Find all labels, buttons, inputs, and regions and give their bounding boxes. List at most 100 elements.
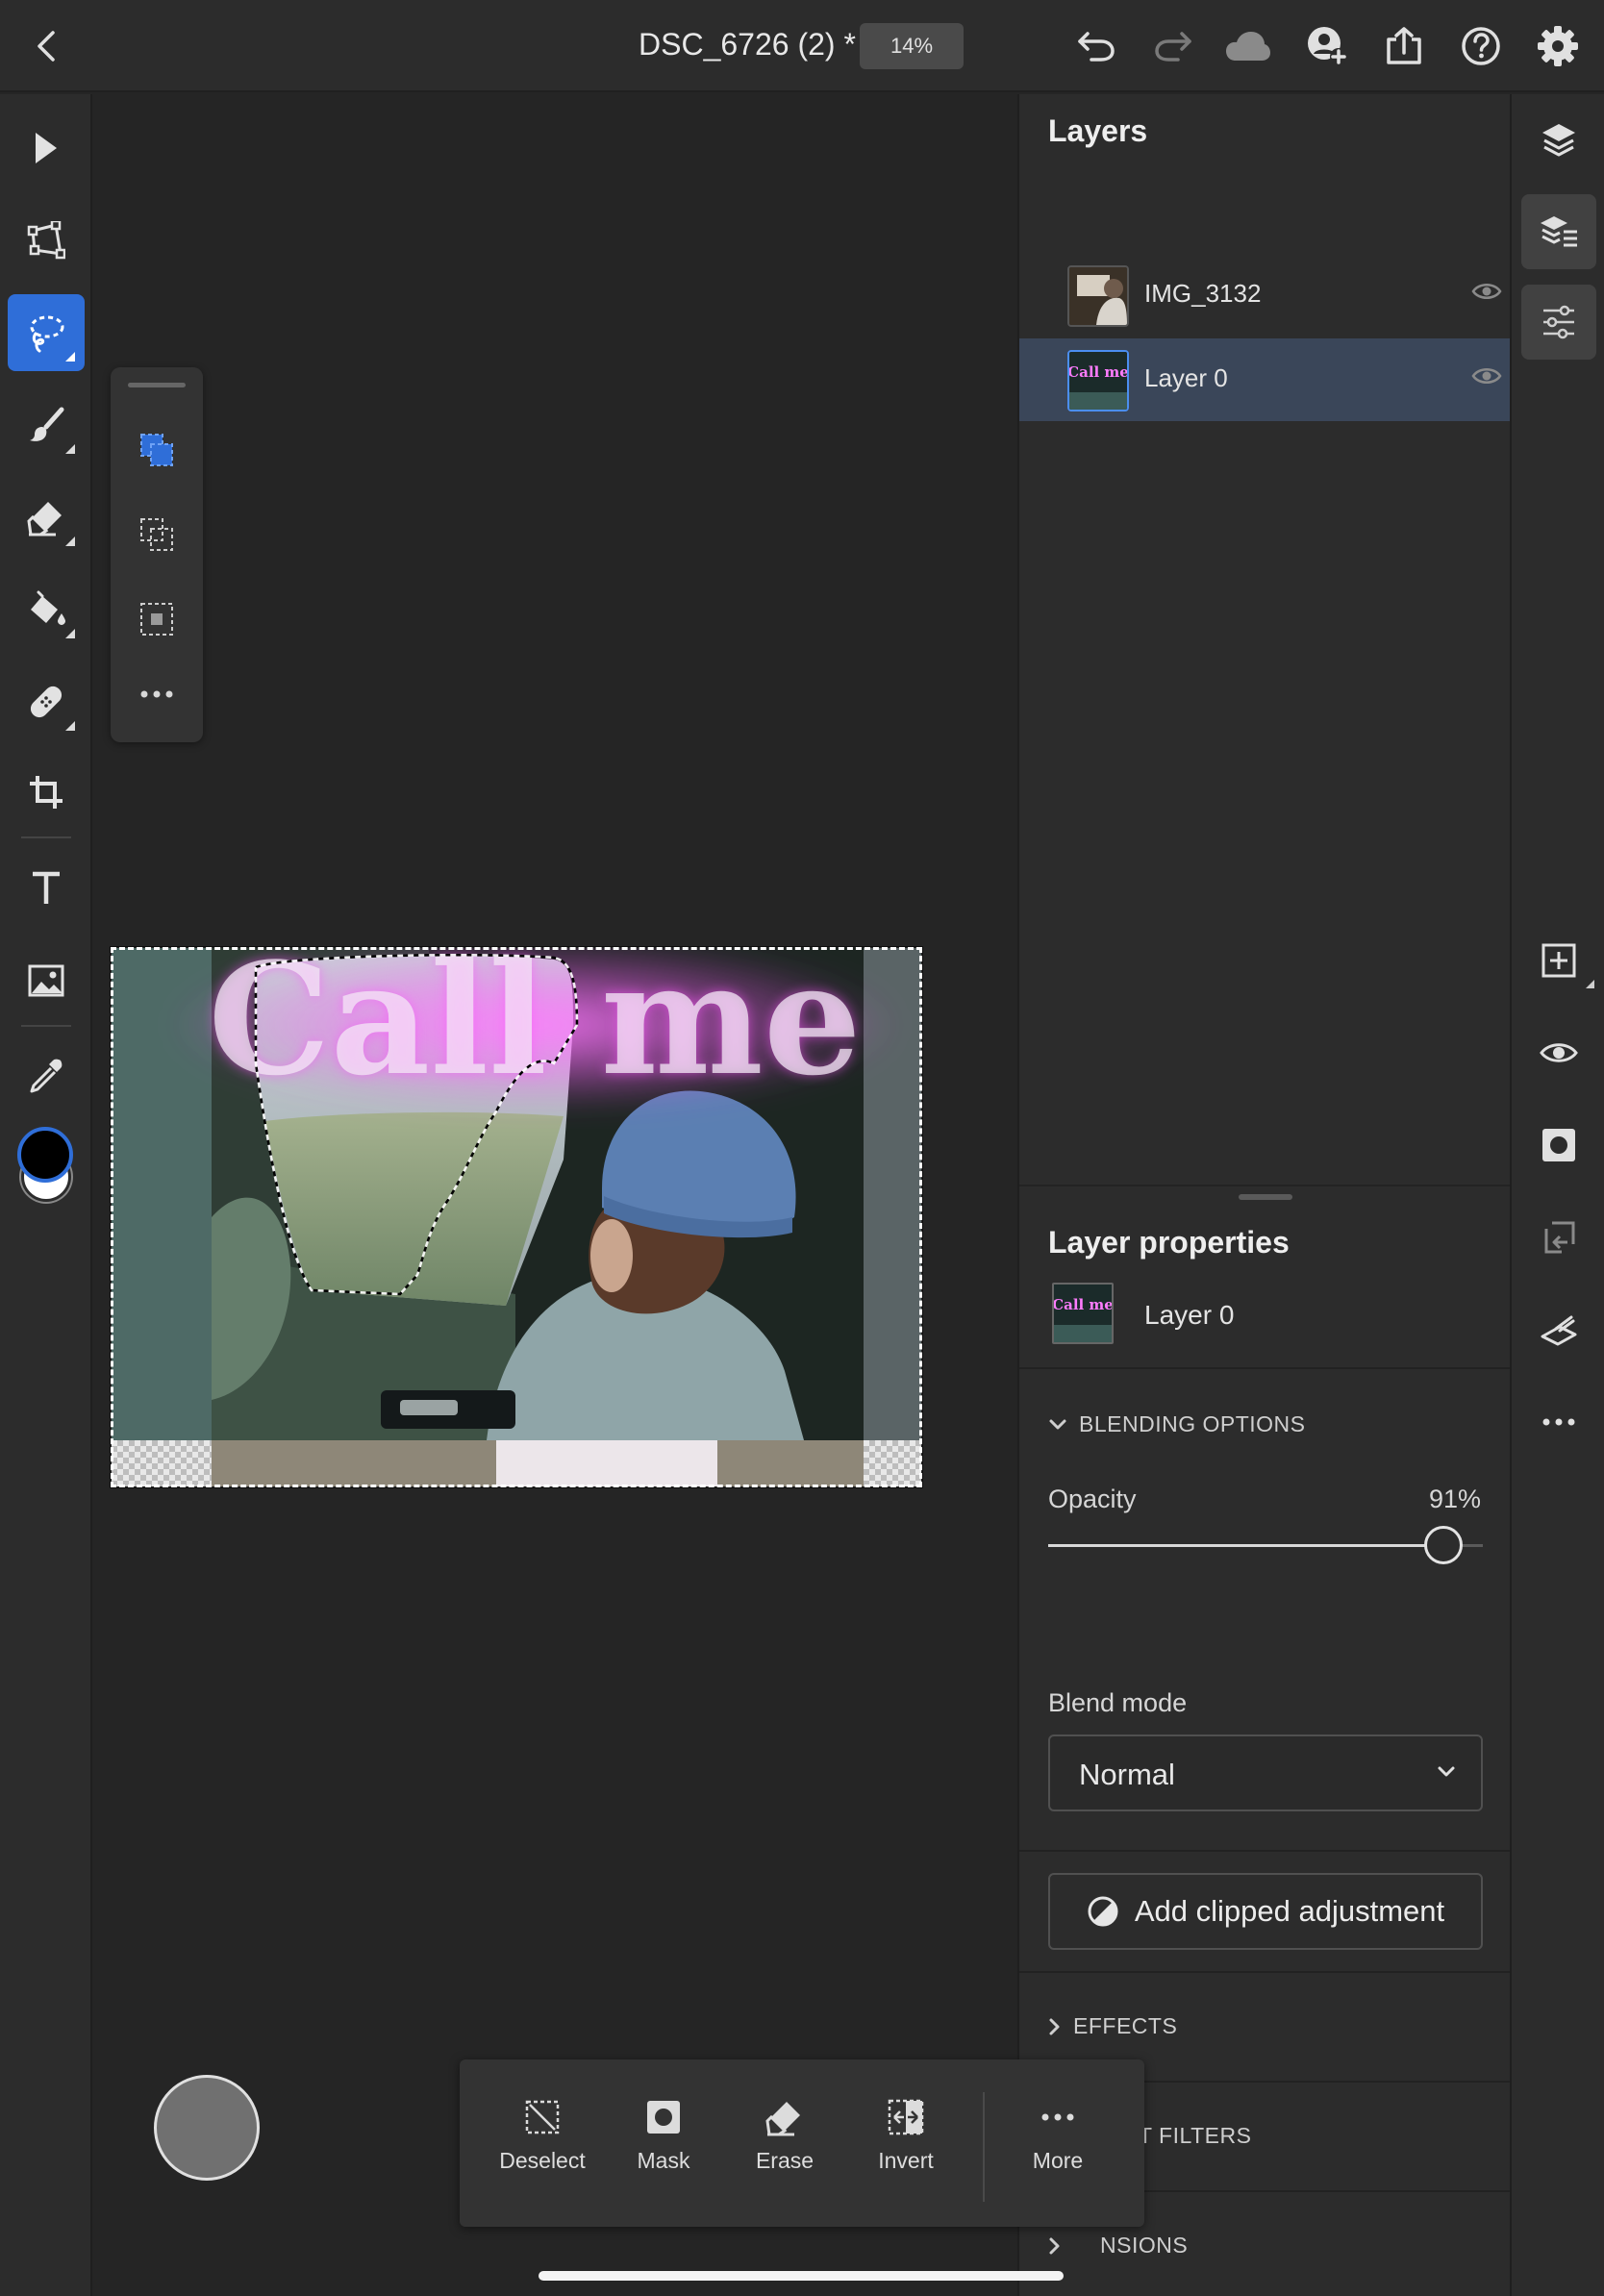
erase-button[interactable]: Erase xyxy=(727,2059,842,2227)
settings-icon xyxy=(1537,25,1579,67)
add-layer-button[interactable] xyxy=(1521,923,1596,998)
chevron-right-icon xyxy=(1048,2017,1062,2036)
more-button[interactable]: More xyxy=(1000,2059,1115,2227)
toggle-visibility-button[interactable] xyxy=(1521,1015,1596,1090)
eraser-icon xyxy=(27,498,65,537)
settings-button[interactable] xyxy=(1535,23,1581,69)
type-tool[interactable] xyxy=(8,850,85,927)
zoom-level[interactable]: 14% xyxy=(860,23,964,69)
layer-name: Layer 0 xyxy=(1144,363,1228,392)
opacity-slider[interactable] xyxy=(1048,1526,1483,1564)
extensions-header[interactable]: NSIONS xyxy=(1048,2233,1188,2259)
cloud-status-button[interactable] xyxy=(1225,23,1271,69)
layers-panel-button[interactable] xyxy=(1521,102,1596,177)
subtract-selection-icon xyxy=(138,600,176,638)
eye-icon xyxy=(1540,1040,1578,1065)
adjustments-button[interactable] xyxy=(1521,285,1596,360)
section-divider xyxy=(1019,1971,1512,1973)
clip-layer-button[interactable] xyxy=(1521,1200,1596,1275)
foreground-color-swatch[interactable] xyxy=(17,1127,73,1183)
document-title: DSC_6726 (2) * xyxy=(639,27,856,62)
deselect-label: Deselect xyxy=(499,2148,586,2173)
add-clipped-adjustment-button[interactable]: Add clipped adjustment xyxy=(1048,1873,1483,1950)
selection-action-bar: Deselect Mask Erase Invert More xyxy=(460,2059,1144,2227)
crop-tool[interactable] xyxy=(8,754,85,831)
layer-row-layer-0[interactable]: Call me Layer 0 xyxy=(1019,338,1512,421)
selection-more-button[interactable] xyxy=(128,665,186,723)
add-to-selection-button[interactable] xyxy=(128,506,186,563)
new-selection-button[interactable] xyxy=(128,421,186,479)
paint-bucket-icon xyxy=(27,590,65,629)
artwork-text: Call me xyxy=(208,948,861,1110)
add-layer-icon xyxy=(1540,941,1578,980)
subtract-selection-button[interactable] xyxy=(128,590,186,648)
flyout-indicator-icon xyxy=(65,444,75,454)
panel-resize-grip[interactable] xyxy=(1239,1194,1292,1200)
blend-mode-value: Normal xyxy=(1079,1758,1175,1791)
arrow-pointer-icon xyxy=(32,131,61,165)
share-button[interactable] xyxy=(1381,23,1427,69)
layer-name: IMG_3132 xyxy=(1144,279,1262,308)
invite-button[interactable] xyxy=(1304,23,1350,69)
help-button[interactable] xyxy=(1458,23,1504,69)
eyedropper-tool[interactable] xyxy=(8,1036,85,1113)
more-options-button[interactable] xyxy=(1521,1385,1596,1460)
top-bar: DSC_6726 (2) * 14% xyxy=(0,0,1604,92)
add-clipped-adjustment-label: Add clipped adjustment xyxy=(1134,1894,1445,1928)
invert-button[interactable]: Invert xyxy=(848,2059,964,2227)
chevron-down-icon xyxy=(1048,1418,1067,1432)
type-icon xyxy=(30,871,63,906)
eraser-icon xyxy=(765,2098,804,2136)
crop-icon xyxy=(28,774,64,811)
opacity-slider-knob[interactable] xyxy=(1424,1526,1464,1564)
redo-button[interactable] xyxy=(1150,23,1196,69)
help-icon xyxy=(1461,26,1501,66)
canvas-artwork[interactable]: Call me Call me xyxy=(112,948,921,1486)
deselect-icon xyxy=(523,2098,562,2136)
fill-tool[interactable] xyxy=(8,571,85,648)
heal-tool[interactable] xyxy=(8,663,85,740)
mask-button[interactable]: Mask xyxy=(606,2059,721,2227)
lasso-select-tool[interactable] xyxy=(8,294,85,371)
invert-selection-icon xyxy=(887,2098,925,2136)
eye-icon xyxy=(1471,365,1502,387)
adjustment-icon xyxy=(1087,1895,1119,1928)
toolbar-divider xyxy=(21,1025,71,1027)
layer-visibility-toggle[interactable] xyxy=(1471,365,1502,387)
sliders-icon xyxy=(1540,305,1578,339)
add-mask-button[interactable] xyxy=(1521,1108,1596,1183)
share-icon xyxy=(1385,26,1423,66)
home-indicator[interactable] xyxy=(539,2271,1064,2281)
touch-modifier-button[interactable] xyxy=(154,2075,260,2181)
effects-header[interactable]: EFFECTS xyxy=(1048,2013,1177,2039)
undo-button[interactable] xyxy=(1073,23,1119,69)
back-icon xyxy=(36,30,57,62)
flyout-indicator-icon xyxy=(65,537,75,546)
left-toolbar xyxy=(0,94,92,2296)
action-bar-divider xyxy=(983,2092,985,2202)
eraser-tool[interactable] xyxy=(8,479,85,556)
move-tool[interactable] xyxy=(8,110,85,187)
opacity-slider-fill xyxy=(1048,1544,1444,1547)
transform-tool[interactable] xyxy=(8,202,85,279)
blend-mode-select[interactable]: Normal xyxy=(1048,1734,1483,1811)
layer-thumbnail: Call me xyxy=(1067,350,1129,412)
back-button[interactable] xyxy=(25,25,67,67)
transparency-checkerboard xyxy=(864,1440,921,1486)
layers-icon xyxy=(1540,120,1578,159)
deselect-button[interactable]: Deselect xyxy=(485,2059,600,2227)
flatten-icon xyxy=(1539,1311,1579,1348)
color-swatches[interactable] xyxy=(15,1127,77,1204)
place-image-tool[interactable] xyxy=(8,942,85,1019)
layer-visibility-toggle[interactable] xyxy=(1471,281,1502,302)
right-icon-rail xyxy=(1510,94,1604,2296)
section-divider xyxy=(1019,1367,1512,1369)
opacity-label: Opacity xyxy=(1048,1485,1137,1513)
properties-layer-thumbnail: Call me xyxy=(1052,1283,1114,1344)
merge-layers-button[interactable] xyxy=(1521,1292,1596,1367)
flyout-grip[interactable] xyxy=(128,383,186,387)
blending-options-header[interactable]: BLENDING OPTIONS xyxy=(1048,1411,1305,1437)
layer-row-img-3132[interactable]: IMG_3132 xyxy=(1019,254,1512,337)
layer-properties-button[interactable] xyxy=(1521,194,1596,269)
brush-tool[interactable] xyxy=(8,387,85,463)
